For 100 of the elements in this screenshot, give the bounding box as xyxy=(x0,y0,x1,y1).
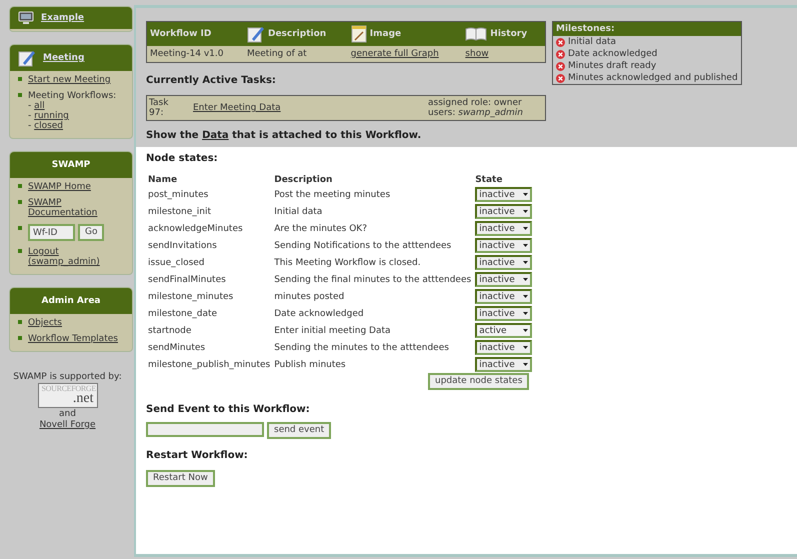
node-description: Date acknowledged xyxy=(274,308,364,318)
caret-icon xyxy=(522,293,530,300)
caret-icon xyxy=(522,208,530,215)
state-dropdown[interactable]: inactive xyxy=(475,221,532,236)
node-description: Publish minutes xyxy=(274,360,346,370)
caret-icon xyxy=(522,327,530,334)
node-name: acknowledgeMinutes xyxy=(148,224,243,234)
table-cell: Meeting of at xyxy=(246,49,307,59)
caret-icon xyxy=(522,242,530,249)
sidebar-link[interactable]: closed xyxy=(34,121,64,131)
node-name: milestone_publish_minutes xyxy=(148,360,270,370)
node-name: milestone_init xyxy=(148,206,212,216)
node-name: milestone_date xyxy=(148,308,218,318)
caret-icon xyxy=(522,225,530,232)
restart-button[interactable]: Restart Now xyxy=(146,470,215,487)
data-sentence: Show the Data that is attached to this Workflow. xyxy=(146,130,422,141)
node-description: Sending Notifications to the atttendees xyxy=(274,240,452,250)
send-event-button[interactable]: send event xyxy=(267,422,332,439)
task-id: Task 97: xyxy=(149,98,170,118)
monitor-icon xyxy=(18,11,34,25)
section-heading: Currently Active Tasks: xyxy=(146,75,277,86)
caret-icon xyxy=(522,276,530,283)
table-cell: Meeting-14 v1.0 xyxy=(150,49,224,59)
node-description: Enter initial meeting Data xyxy=(274,326,391,336)
task-role: assigned role: owner xyxy=(428,98,523,108)
notepad-pencil-icon xyxy=(246,25,265,43)
sidebar-link[interactable]: SWAMP Home xyxy=(28,182,91,192)
node-name: sendFinalMinutes xyxy=(148,274,226,284)
sidebar-link[interactable]: Workflow Templates xyxy=(28,334,118,344)
caret-icon xyxy=(522,361,530,368)
caret-icon xyxy=(522,310,530,317)
state-dropdown[interactable]: inactive xyxy=(475,187,532,202)
notepad-pencil-icon xyxy=(18,49,36,67)
node-description: Initial data xyxy=(274,206,322,216)
sidebar-link[interactable]: running xyxy=(34,111,69,121)
sponsor-link[interactable]: Novell Forge xyxy=(39,420,96,430)
box-title-link[interactable]: Example xyxy=(41,13,84,23)
sidebar-link[interactable]: SWAMP Documentation xyxy=(28,198,128,218)
milestone-label: Minutes acknowledged and published xyxy=(568,73,738,83)
box-title: Admin Area xyxy=(42,296,100,306)
workflow-id-field[interactable]: Wf-ID xyxy=(28,224,75,241)
state-dropdown[interactable]: inactive xyxy=(475,357,532,372)
column-header: History xyxy=(490,29,528,39)
column-header: Description xyxy=(268,29,326,39)
node-description: Sending the final minutes to the atttendees xyxy=(274,274,472,284)
go-button[interactable]: Go xyxy=(78,224,104,241)
sidebar-link[interactable]: Logout (swamp_admin) xyxy=(28,247,128,267)
sponsor-logo[interactable]: SOURCEFORGE .net xyxy=(38,383,98,408)
column-header: Image xyxy=(370,29,402,39)
data-link[interactable]: Data xyxy=(202,130,229,141)
book-icon xyxy=(465,27,488,41)
support-text: SWAMP is supported by: xyxy=(13,372,122,382)
node-description: Post the meeting minutes xyxy=(274,190,390,200)
box-title: SWAMP xyxy=(52,160,90,170)
event-field[interactable] xyxy=(146,422,264,437)
node-description: This Meeting Workflow is closed. xyxy=(274,258,421,268)
task-link[interactable]: Enter Meeting Data xyxy=(193,103,281,113)
node-description: Are the minutes OK? xyxy=(274,224,367,234)
node-description: Sending the minutes to the atttendees xyxy=(274,342,449,352)
milestone-label: Minutes draft ready xyxy=(568,61,656,71)
section-heading: Send Event to this Workflow: xyxy=(146,404,311,415)
milestone-label: Date acknowledged xyxy=(568,49,658,59)
sidebar-link[interactable]: all xyxy=(34,101,45,111)
sidebar-link[interactable]: Start new Meeting xyxy=(28,75,111,85)
column-header: State xyxy=(475,175,502,185)
state-dropdown[interactable]: inactive xyxy=(475,204,532,219)
node-name: issue_closed xyxy=(148,258,205,268)
sidebar-link[interactable]: Objects xyxy=(28,318,62,328)
box-title-link[interactable]: Meeting xyxy=(43,53,84,63)
node-name: sendInvitations xyxy=(148,240,217,250)
list-marker: - xyxy=(28,121,32,131)
column-header: Workflow ID xyxy=(150,29,212,39)
caret-icon xyxy=(522,191,530,198)
node-name: sendMinutes xyxy=(148,342,206,352)
node-name: milestone_minutes xyxy=(148,292,234,302)
state-dropdown[interactable]: inactive xyxy=(475,272,532,287)
document-pencil-icon xyxy=(350,25,367,43)
milestone-label: Initial data xyxy=(568,37,616,47)
list-marker: - xyxy=(28,111,32,121)
update-button[interactable]: update node states xyxy=(428,373,530,390)
node-name: post_minutes xyxy=(148,190,208,200)
section-heading: Node states: xyxy=(146,153,219,164)
state-dropdown[interactable]: inactive xyxy=(475,340,532,355)
caret-icon xyxy=(522,344,530,351)
section-heading: Restart Workflow: xyxy=(146,450,249,461)
state-dropdown[interactable]: active xyxy=(475,323,532,338)
state-dropdown[interactable]: inactive xyxy=(475,289,532,304)
state-dropdown[interactable]: inactive xyxy=(475,306,532,321)
list-marker: - xyxy=(28,101,32,111)
column-header: Name xyxy=(148,175,178,185)
table-link[interactable]: show xyxy=(465,49,489,59)
state-dropdown[interactable]: inactive xyxy=(475,238,532,253)
task-users: users: swamp_admin xyxy=(428,108,523,118)
node-description: minutes posted xyxy=(274,292,344,302)
column-header: Description xyxy=(274,175,332,185)
conjunction-text: and xyxy=(59,409,76,419)
state-dropdown[interactable]: inactive xyxy=(475,255,532,270)
caret-icon xyxy=(522,259,530,266)
panel-title: Milestones: xyxy=(553,22,741,36)
node-name: startnode xyxy=(148,326,192,336)
